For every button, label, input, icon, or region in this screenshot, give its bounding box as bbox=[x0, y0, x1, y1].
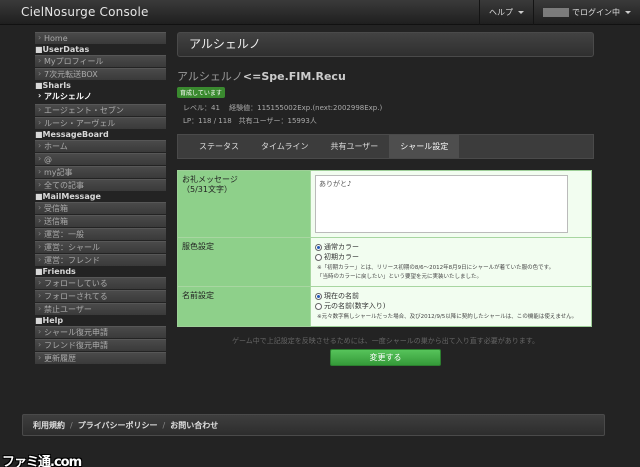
form-row-name: 名前設定 現在の名前 元の名前(数字入り) ※元々数字無しシャールだった場合、及… bbox=[178, 287, 591, 326]
footer-separator: / bbox=[162, 420, 166, 430]
sidebar-item-followers[interactable]: フォローされてる bbox=[35, 290, 166, 302]
login-status: でログイン中 bbox=[572, 8, 620, 17]
sidebar-item-friend-restore[interactable]: フレンド復元申請 bbox=[35, 339, 166, 351]
top-navbar: CielNosurge Console ヘルプ でログイン中 bbox=[0, 0, 640, 25]
chevron-down-icon bbox=[518, 11, 524, 14]
help-label: ヘルプ bbox=[489, 8, 513, 17]
footer-link-contact[interactable]: お問い合わせ bbox=[170, 420, 218, 431]
sidebar-group-friends: ■Friends bbox=[35, 267, 76, 276]
apply-note: ゲーム中で上記設定を反映させるためには、一度シャールの巣から出て入り直す必要があ… bbox=[231, 337, 540, 345]
sidebar: Home ■UserDatas Myプロフィール 7次元転送BOX ■Sharl… bbox=[35, 32, 166, 365]
character-name: アルシェルノ bbox=[177, 70, 243, 83]
sidebar-item-admin-general[interactable]: 運営：一般 bbox=[35, 228, 166, 240]
sidebar-item-mentions[interactable]: @ bbox=[35, 153, 166, 165]
radio-empty-icon bbox=[315, 302, 322, 310]
sidebar-item-admin-friend[interactable]: 運営：フレンド bbox=[35, 254, 166, 266]
sidebar-item-inbox[interactable]: 受信箱 bbox=[35, 202, 166, 214]
brand-title[interactable]: CielNosurge Console bbox=[21, 5, 149, 19]
sidebar-item-blocked[interactable]: 禁止ユーザー bbox=[35, 303, 166, 315]
name-original-radio[interactable]: 元の名前(数字入り) bbox=[315, 301, 587, 311]
footer-separator: / bbox=[70, 420, 73, 430]
sidebar-item-admin-sharl[interactable]: 運営：シャール bbox=[35, 241, 166, 253]
color-initial-label: 初期カラー bbox=[324, 253, 359, 261]
thanks-message-input[interactable]: ありがと♪ bbox=[315, 175, 568, 233]
sidebar-item-arsherno[interactable]: アルシェルノ bbox=[35, 90, 166, 103]
color-value-cell: 通常カラー 初期カラー ※「初期カラー」とは、リリース初期の8/6〜2012年8… bbox=[311, 238, 591, 286]
character-title: アルシェルノ<=Spe.FIM.Recu bbox=[177, 68, 594, 84]
color-note: ※「初期カラー」とは、リリース初期の8/6〜2012年8月9日にシャールが着てい… bbox=[317, 264, 587, 282]
main-content: アルシェルノ アルシェルノ<=Spe.FIM.Recu 育成しています レベル：… bbox=[177, 32, 594, 366]
footer-link-terms[interactable]: 利用規約 bbox=[33, 420, 65, 431]
name-label: 名前設定 bbox=[178, 287, 311, 326]
sidebar-item-agent-seven[interactable]: エージェント・セブン bbox=[35, 104, 166, 116]
color-label: 服色設定 bbox=[178, 238, 311, 286]
watermark-logo: ファミ通.com bbox=[2, 455, 82, 467]
color-note-line2: 「当時のカラーに戻したい」という要望を元に実装いたしました。 bbox=[317, 274, 483, 280]
color-initial-radio[interactable]: 初期カラー bbox=[315, 252, 587, 262]
page-title: アルシェルノ bbox=[177, 32, 594, 57]
footer-link-privacy[interactable]: プライバシーポリシー bbox=[78, 420, 158, 431]
sidebar-item-my-posts[interactable]: my記事 bbox=[35, 166, 166, 178]
sidebar-item-ruci-averu[interactable]: ルーシ・アーヴェル bbox=[35, 117, 166, 129]
tab-status[interactable]: ステータス bbox=[188, 135, 250, 158]
tab-bar: ステータス タイムライン 共有ユーザー シャール設定 bbox=[177, 134, 594, 159]
message-value-cell: ありがと♪ bbox=[311, 171, 591, 237]
stats-line-2: LP：118 / 118 共有ユーザー：15993人 bbox=[183, 117, 317, 125]
sidebar-item-all-posts[interactable]: 全ての記事 bbox=[35, 179, 166, 191]
tab-timeline[interactable]: タイムライン bbox=[250, 135, 319, 158]
color-normal-label: 通常カラー bbox=[324, 243, 359, 251]
name-current-radio[interactable]: 現在の名前 bbox=[315, 291, 587, 301]
message-char-count: （5/31文字） bbox=[182, 185, 232, 194]
sidebar-item-sharl-restore[interactable]: シャール復元申請 bbox=[35, 326, 166, 338]
radio-selected-icon bbox=[315, 292, 322, 300]
sidebar-group-messageboard: ■MessageBoard bbox=[35, 130, 109, 139]
message-label: お礼メッセージ （5/31文字） bbox=[178, 171, 311, 237]
character-subtitle: <=Spe.FIM.Recu bbox=[242, 70, 346, 83]
footer-bar: 利用規約 / プライバシーポリシー / お問い合わせ bbox=[22, 414, 605, 436]
help-menu[interactable]: ヘルプ bbox=[479, 0, 533, 25]
name-original-label: 元の名前(数字入り) bbox=[324, 302, 386, 310]
user-menu[interactable]: でログイン中 bbox=[533, 0, 640, 25]
name-note: ※元々数字無しシャールだった場合、及び2012/9/5以降に契約したシャールは、… bbox=[317, 314, 578, 320]
redacted-username bbox=[543, 8, 569, 17]
radio-empty-icon bbox=[315, 253, 322, 261]
color-normal-radio[interactable]: 通常カラー bbox=[315, 242, 587, 252]
submit-button[interactable]: 変更する bbox=[330, 349, 441, 366]
settings-form: お礼メッセージ （5/31文字） ありがと♪ 服色設定 通常カラー 初期カラー … bbox=[177, 170, 592, 327]
name-current-label: 現在の名前 bbox=[324, 292, 359, 300]
sidebar-group-help: ■Help bbox=[35, 316, 64, 325]
sidebar-item-changelog[interactable]: 更新履歴 bbox=[35, 352, 166, 364]
sidebar-group-mailmessage: ■MailMessage bbox=[35, 192, 101, 201]
sidebar-item-following[interactable]: フォローしている bbox=[35, 277, 166, 289]
message-label-text: お礼メッセージ bbox=[182, 175, 238, 184]
character-stats: レベル：41 経験値：115155002Exp.(next:2002998Exp… bbox=[177, 102, 594, 128]
tab-sharl-settings[interactable]: シャール設定 bbox=[389, 135, 460, 158]
form-row-color: 服色設定 通常カラー 初期カラー ※「初期カラー」とは、リリース初期の8/6〜2… bbox=[178, 238, 591, 287]
color-note-line1: ※「初期カラー」とは、リリース初期の8/6〜2012年8月9日にシャールが着てい… bbox=[317, 265, 555, 271]
chevron-down-icon bbox=[625, 11, 631, 14]
sidebar-item-home[interactable]: Home bbox=[35, 32, 166, 44]
sidebar-item-myprofile[interactable]: Myプロフィール bbox=[35, 55, 166, 67]
tab-shared-users[interactable]: 共有ユーザー bbox=[319, 135, 389, 158]
nav-right: ヘルプ でログイン中 bbox=[479, 0, 640, 25]
sidebar-item-board-home[interactable]: ホーム bbox=[35, 140, 166, 152]
name-value-cell: 現在の名前 元の名前(数字入り) ※元々数字無しシャールだった場合、及び2012… bbox=[311, 287, 591, 326]
sidebar-group-sharls: ■Sharls bbox=[35, 81, 71, 90]
status-badge: 育成しています bbox=[177, 87, 225, 98]
sidebar-item-transfer-box[interactable]: 7次元転送BOX bbox=[35, 68, 166, 80]
stats-line-1: レベル：41 経験値：115155002Exp.(next:2002998Exp… bbox=[183, 104, 383, 112]
sidebar-item-outbox[interactable]: 送信箱 bbox=[35, 215, 166, 227]
radio-selected-icon bbox=[315, 243, 322, 251]
sidebar-group-userdatas: ■UserDatas bbox=[35, 45, 90, 54]
form-row-message: お礼メッセージ （5/31文字） ありがと♪ bbox=[178, 171, 591, 238]
